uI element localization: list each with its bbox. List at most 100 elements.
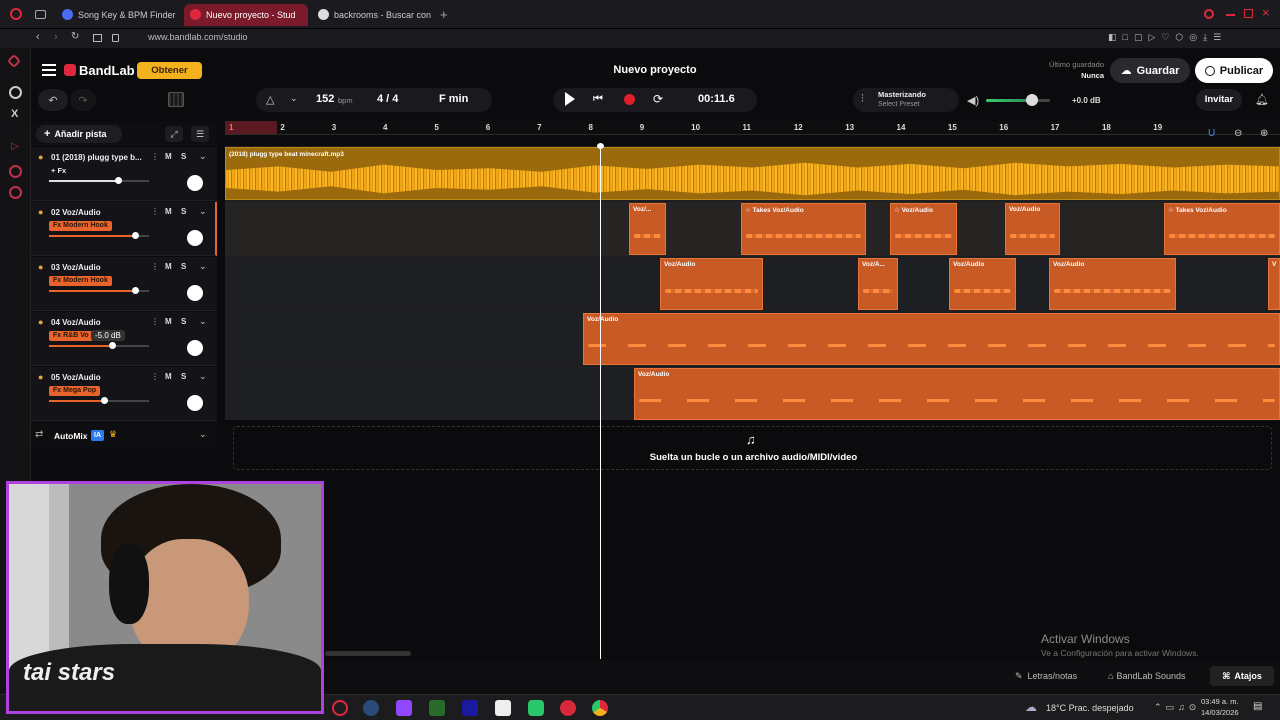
playhead-handle[interactable]: [597, 143, 604, 149]
chevron-down-icon[interactable]: ⌄: [199, 316, 207, 327]
audio-clip[interactable]: Voz/Audio: [1049, 258, 1176, 310]
search-icon[interactable]: [1204, 9, 1214, 19]
record-icon[interactable]: [624, 94, 635, 105]
track-header[interactable]: ● 03 Voz/Audio ⋮ M S ⌄ Fx Modern Hook: [31, 257, 217, 311]
chevron-down-icon[interactable]: ⌄: [199, 261, 207, 272]
audio-clip[interactable]: ☆ Voz/Audio: [890, 203, 957, 255]
track-menu-icon[interactable]: ⋮: [151, 317, 159, 326]
track-volume-knob[interactable]: [101, 397, 108, 404]
key-selector[interactable]: F min: [439, 93, 468, 105]
lyrics-button[interactable]: ✎ Letras/notas: [1015, 668, 1077, 684]
shortcuts-button[interactable]: ⌘ Atajos: [1210, 666, 1274, 686]
taskbar-capcut-icon[interactable]: [495, 700, 511, 716]
opera-logo-icon[interactable]: [10, 8, 22, 20]
track-volume-knob[interactable]: [132, 232, 139, 239]
menu-icon[interactable]: [42, 64, 56, 76]
master-audio-clip[interactable]: (2018) plugg type beat minecraft.mp3: [225, 147, 1280, 200]
chevron-down-icon[interactable]: ⌄: [199, 429, 207, 440]
chevron-down-icon[interactable]: ⌄: [199, 371, 207, 382]
fx-chain-badge[interactable]: Fx Modern Hook: [49, 276, 112, 286]
audio-clip[interactable]: Voz/Audio: [1005, 203, 1060, 255]
speaker-icon[interactable]: ◀): [967, 94, 979, 107]
audio-clip[interactable]: Voz/Audio: [634, 368, 1280, 420]
audio-clip[interactable]: V: [1268, 258, 1280, 310]
new-tab-plus-icon[interactable]: +: [440, 7, 448, 22]
mastering-button[interactable]: ⫶ Masterizando Select Preset: [853, 88, 959, 112]
bell-icon[interactable]: 🔔︎: [1255, 93, 1269, 106]
taskbar-steam-icon[interactable]: [363, 700, 379, 716]
pan-knob[interactable]: [187, 395, 203, 411]
track-name[interactable]: 01 (2018) plugg type b...: [51, 153, 142, 162]
fx-chain-badge[interactable]: Fx R&B Vo: [49, 331, 93, 341]
pan-knob[interactable]: [187, 230, 203, 246]
track-volume-knob[interactable]: [132, 287, 139, 294]
track-menu-icon[interactable]: ⋮: [151, 372, 159, 381]
play-icon[interactable]: [565, 92, 575, 106]
notification-icon[interactable]: ▤: [1253, 701, 1262, 712]
reload-icon[interactable]: ↻: [71, 31, 79, 42]
mute-button[interactable]: M: [165, 152, 172, 161]
mute-button[interactable]: M: [165, 372, 172, 381]
audio-clip[interactable]: ☆ Takes Voz/Audio: [741, 203, 866, 255]
horizontal-scrollbar[interactable]: [325, 651, 411, 656]
automix-row[interactable]: ⇄ AutoMix IA ♛ ⌄: [31, 424, 217, 448]
forward-icon[interactable]: ›: [54, 31, 58, 43]
audio-clip[interactable]: Voz/Audio: [949, 258, 1016, 310]
track-header[interactable]: ● 05 Voz/Audio ⋮ M S ⌄ Fx Mega Pop: [31, 367, 217, 421]
clock-time[interactable]: 03:49 a. m.: [1201, 697, 1239, 706]
audio-clip[interactable]: Voz/A...: [858, 258, 898, 310]
loop-icon[interactable]: ⟳: [653, 92, 663, 106]
audio-clip[interactable]: Voz/Audio: [583, 313, 1280, 365]
redo-button[interactable]: ↷: [70, 89, 96, 111]
solo-button[interactable]: S: [181, 317, 186, 326]
master-volume-slider[interactable]: [986, 94, 1050, 106]
taskbar-clipchamp-icon[interactable]: [560, 700, 576, 716]
tab-song-key-finder[interactable]: Song Key & BPM Finder | T: [56, 4, 178, 26]
magnet-icon[interactable]: U: [1208, 128, 1215, 139]
add-track-button[interactable]: + Añadir pista: [36, 125, 122, 143]
track-header[interactable]: ● 04 Voz/Audio ⋮ M S ⌄ Fx R&B Vo -5.0 dB: [31, 312, 217, 366]
track-volume-slider[interactable]: [49, 232, 149, 239]
mute-button[interactable]: M: [165, 317, 172, 326]
sidebar-x-icon[interactable]: X: [11, 108, 18, 120]
sidebar-settings-icon[interactable]: [9, 186, 22, 199]
tab-backrooms-search[interactable]: backrooms - Buscar con G: [312, 4, 434, 26]
solo-button[interactable]: S: [181, 152, 186, 161]
sidebar-player-icon[interactable]: ▷: [11, 141, 19, 152]
undo-button[interactable]: ↶: [38, 89, 68, 111]
chevron-down-icon[interactable]: ⌄: [290, 93, 298, 104]
zoom-in-icon[interactable]: ⊕: [1260, 128, 1268, 139]
taskbar-fl-icon[interactable]: [528, 700, 544, 716]
solo-button[interactable]: S: [181, 372, 186, 381]
track-name[interactable]: 02 Voz/Audio: [51, 208, 101, 217]
save-button[interactable]: ☁ Guardar: [1110, 58, 1190, 83]
audio-clip[interactable]: Voz/...: [629, 203, 666, 255]
mute-button[interactable]: M: [165, 207, 172, 216]
mute-button[interactable]: M: [165, 262, 172, 271]
pan-knob[interactable]: [187, 285, 203, 301]
clock-date[interactable]: 14/03/2026: [1201, 708, 1239, 717]
track-volume-slider[interactable]: [49, 177, 149, 184]
fx-chain-badge[interactable]: Fx Mega Pop: [49, 386, 101, 396]
tab-nuevo-proyecto[interactable]: Nuevo proyecto - Stud: [184, 4, 308, 26]
track-menu-icon[interactable]: ⋮: [151, 207, 159, 216]
track-menu-icon[interactable]: ⋮: [151, 262, 159, 271]
track-volume-knob[interactable]: [115, 177, 122, 184]
sidebar-chatgpt-icon[interactable]: [9, 86, 22, 99]
weather-text[interactable]: 18°C Prac. despejado: [1046, 703, 1134, 713]
minimize-icon[interactable]: [1226, 14, 1235, 16]
audio-clip[interactable]: Voz/Audio: [660, 258, 763, 310]
publish-button[interactable]: Publicar: [1195, 58, 1273, 83]
track-name[interactable]: 05 Voz/Audio: [51, 373, 101, 382]
bandlab-sounds-button[interactable]: ⌂ BandLab Sounds: [1108, 668, 1186, 684]
get-button[interactable]: Obtener: [137, 62, 202, 79]
track-volume-slider[interactable]: [49, 342, 149, 349]
tray-icons[interactable]: ⌃▭♫⊙: [1154, 702, 1200, 713]
track-header[interactable]: ● 02 Voz/Audio ⋮ M S ⌄ Fx Modern Hook: [31, 202, 217, 256]
track-menu-icon[interactable]: ⋮: [151, 152, 159, 161]
maximize-icon[interactable]: [1244, 9, 1253, 18]
bpm-value[interactable]: 152: [316, 93, 334, 105]
chevron-down-icon[interactable]: ⌄: [199, 151, 207, 162]
drop-zone[interactable]: ♫ Suelta un bucle o un archivo audio/MID…: [233, 426, 1272, 470]
snap-icon[interactable]: [93, 34, 102, 42]
